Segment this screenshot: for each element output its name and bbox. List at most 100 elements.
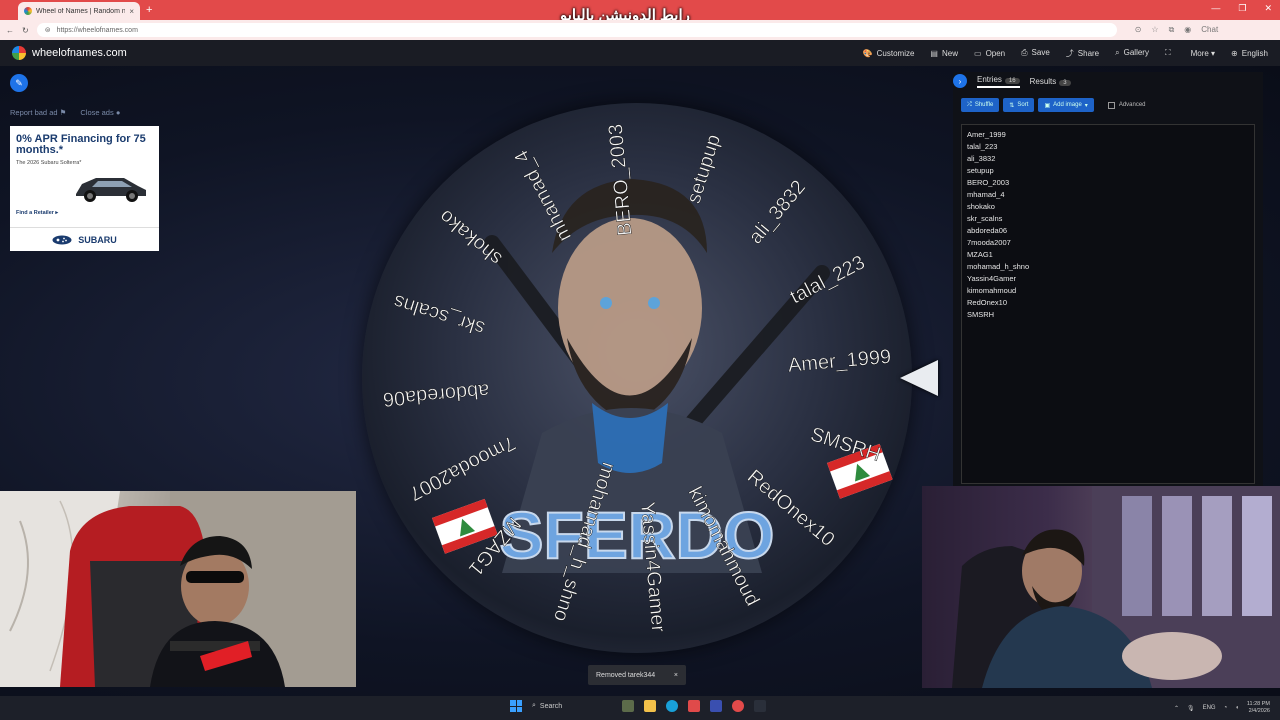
toast-close-icon[interactable]: × [674, 672, 678, 679]
widgets-icon[interactable] [622, 700, 634, 712]
app-icon[interactable] [754, 700, 766, 712]
webcam-right-image [952, 486, 1280, 688]
menu-item-english[interactable]: ⊕ English [1231, 49, 1268, 58]
entry-line[interactable]: shokako [967, 201, 1249, 213]
refresh-icon[interactable]: ↻ [22, 26, 29, 35]
entry-line[interactable]: mhamad_4 [967, 189, 1249, 201]
wifi-icon[interactable]: ◔ [1224, 705, 1228, 711]
entry-line[interactable]: skr_scalns [967, 213, 1249, 225]
wheel-slice-label: mhamad_4 [510, 146, 576, 245]
back-icon[interactable]: ← [6, 26, 14, 35]
entry-line[interactable]: BERO_2003 [967, 177, 1249, 189]
clock-time: 11:28 PM [1246, 701, 1270, 707]
site-logo[interactable]: wheelofnames.com [12, 46, 127, 60]
new-tab-button[interactable]: + [146, 4, 152, 16]
screen: Wheel of Names | Random n × + — ❐ ✕ رابط… [0, 0, 1280, 720]
menu-item-gallery[interactable]: ⌕ Gallery [1115, 48, 1149, 58]
entry-line[interactable]: setupup [967, 165, 1249, 177]
wheel-slice-label: ali_3832 [745, 176, 810, 248]
url-text: https://wheelofnames.com [56, 26, 138, 34]
volume-icon[interactable]: ◖ [1235, 705, 1239, 711]
menu-item-fullscreen[interactable]: ⛶ [1165, 48, 1175, 58]
entry-line[interactable]: Yassin4Gamer [967, 273, 1249, 285]
edge-icon[interactable] [666, 700, 678, 712]
profile-icon[interactable]: ◉ [1184, 25, 1191, 35]
webcam-left [0, 491, 356, 687]
tab-close-icon[interactable]: × [129, 7, 134, 16]
language-indicator[interactable]: ENG [1203, 705, 1216, 711]
wheel-logo-icon [12, 46, 26, 60]
windows-start-icon[interactable] [510, 700, 522, 712]
menu-item-customize[interactable]: 🎨 Customize [863, 49, 915, 58]
store-icon[interactable] [710, 700, 722, 712]
car-image [76, 178, 146, 202]
tab-entries[interactable]: Entries 16 [977, 75, 1020, 88]
mail-icon[interactable] [688, 700, 700, 712]
entry-line[interactable]: Amer_1999 [967, 129, 1249, 141]
entries-count: 16 [1004, 77, 1020, 84]
ad-banner[interactable]: 0% APR Financing for 75 months.* The 202… [10, 126, 159, 251]
windows-taskbar: ⌕ Search ⌃ 🎙 ENG ◔ ◖ 11:28 PM 2/4/2026 [0, 696, 1280, 720]
chat-button[interactable]: Chat [1201, 25, 1218, 35]
menu-item-save[interactable]: ⎙ Save [1021, 48, 1050, 58]
save-icon: ⎙ [1021, 48, 1028, 57]
star-icon[interactable]: ☆ [1151, 25, 1158, 35]
add-image-button[interactable]: ▣ Add image ▾ [1038, 98, 1094, 112]
entries-textarea[interactable]: Amer_1999 talal_223 ali_3832 setupup BERO_20… [961, 124, 1255, 484]
menu-item-share[interactable]: ⤴ Share [1066, 48, 1099, 59]
chevron-down-icon: ▾ [1084, 102, 1088, 109]
ad-links: Report bad ad ⚑ Close ads ● [10, 108, 120, 117]
entry-line[interactable]: RedOnex10 [967, 297, 1249, 309]
advanced-checkbox [1107, 101, 1115, 109]
sort-button[interactable]: ⇅ Sort [1003, 98, 1035, 112]
taskbar-clock[interactable]: 11:28 PM 2/4/2026 [1247, 701, 1270, 715]
browser-tab[interactable]: Wheel of Names | Random n × [18, 2, 140, 20]
url-field[interactable]: ⊜ https://wheelofnames.com [36, 23, 1117, 37]
menu-item-new[interactable]: ▤ New [930, 49, 958, 58]
taskbar-search[interactable]: ⌕ Search [532, 702, 612, 710]
close-ads-link[interactable]: Close ads ● [80, 108, 120, 117]
file-icon: ▤ [930, 48, 938, 58]
entry-line[interactable]: MZAG1 [967, 249, 1249, 261]
shuffle-button[interactable]: ⤮ Shuffle [961, 98, 1000, 112]
chevron-up-icon[interactable]: ⌃ [1174, 705, 1179, 712]
mic-icon[interactable]: 🎙 [1187, 705, 1195, 712]
window-close-button[interactable]: ✕ [1264, 3, 1272, 14]
site-info-icon[interactable]: ⊜ [45, 26, 51, 34]
report-bad-ad-link[interactable]: Report bad ad ⚑ [10, 108, 66, 117]
entry-line[interactable]: kimomahmoud [967, 285, 1249, 297]
maximize-button[interactable]: ❐ [1238, 3, 1246, 14]
extensions-icon[interactable]: ⧉ [1169, 25, 1175, 35]
ad-subline: The 2026 Subaru Solterra* [16, 160, 82, 166]
search-icon: ⌕ [1115, 48, 1120, 57]
entry-line[interactable]: ali_3832 [967, 153, 1249, 165]
tab-results[interactable]: Results 3 [1030, 77, 1071, 86]
name-wheel[interactable]: SFERDO Amer_1999 talal_223 ali_3832 setupup… [362, 103, 912, 653]
wheel-slice-label: abdoreda06 [382, 379, 490, 410]
fullscreen-icon: ⛶ [1164, 48, 1171, 57]
find-retailer-link[interactable]: Find a Retailer ▸ [16, 210, 58, 216]
ad-headline: 0% APR Financing for 75 months.* [16, 133, 146, 156]
wheel-canvas: SFERDO Amer_1999talal_223ali_3832setupup… [382, 123, 893, 634]
menu-item-more[interactable]: More ▾ [1191, 49, 1215, 58]
file-explorer-icon[interactable] [644, 700, 656, 712]
entry-line[interactable]: talal_223 [967, 141, 1249, 153]
minimize-button[interactable]: — [1211, 3, 1220, 14]
entry-line[interactable]: mohamad_h_shno [967, 261, 1249, 273]
ad-brand-logo: SUBARU [10, 227, 159, 251]
menu-item-open[interactable]: ▭ Open [974, 49, 1005, 58]
advanced-toggle[interactable]: Advanced [1107, 101, 1146, 109]
image-icon: ▣ [1044, 102, 1051, 109]
results-count: 3 [1059, 79, 1071, 86]
entry-line[interactable]: SMSRH [967, 309, 1249, 321]
zoom-icon[interactable]: ⊙ [1135, 25, 1142, 35]
edit-pencil-button[interactable]: ✎ [10, 74, 28, 92]
chrome-icon[interactable] [732, 700, 744, 712]
entry-line[interactable]: abdoreda06 [967, 225, 1249, 237]
header-menu: 🎨 Customize ▤ New ▭ Open ⎙ Save ⤴ Share ⌕ Gallery ⛶ M… [863, 48, 1268, 59]
taskbar-apps: ⌕ Search [510, 700, 766, 712]
wheel-slice-label: 7mooda2007 [405, 431, 519, 504]
entry-line[interactable]: 7mooda2007 [967, 237, 1249, 249]
flag-icon: ⚑ [59, 108, 67, 117]
collapse-panel-icon[interactable]: › [953, 74, 967, 88]
